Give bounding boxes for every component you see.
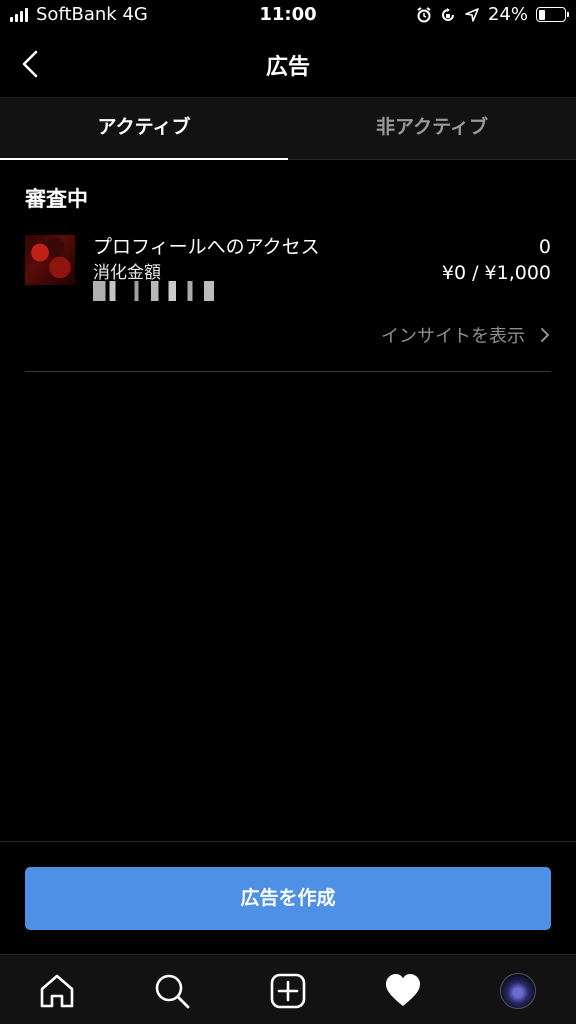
ad-budget: ¥0 / ¥1,000 — [441, 262, 551, 284]
ads-tabs: アクティブ 非アクティブ — [0, 98, 576, 160]
profile-tab[interactable] — [498, 971, 538, 1011]
tab-inactive[interactable]: 非アクティブ — [288, 98, 576, 159]
status-bar: SoftBank 4G 11:00 24% — [0, 0, 576, 32]
navigation-bar: 広告 — [0, 32, 576, 98]
ad-thumbnail — [25, 235, 75, 285]
add-post-icon — [270, 973, 306, 1009]
redacted-text — [93, 281, 219, 301]
location-icon — [465, 7, 479, 22]
create-ad-button[interactable]: 広告を作成 — [25, 867, 551, 930]
heart-icon — [386, 974, 420, 1006]
divider — [25, 371, 551, 372]
ad-spend-label: 消化金額 — [93, 263, 161, 283]
home-tab[interactable] — [37, 971, 77, 1011]
alarm-icon — [417, 6, 431, 22]
profile-avatar — [500, 973, 536, 1009]
bottom-separator — [0, 841, 576, 842]
status-right: 24% — [416, 4, 569, 25]
view-insights-link[interactable]: インサイトを表示 — [381, 322, 551, 348]
ad-item[interactable]: プロフィールへのアクセス 消化金額 0 ¥0 / ¥1,000 — [25, 232, 551, 304]
search-tab[interactable] — [152, 971, 192, 1011]
battery-percent: 24% — [487, 4, 528, 25]
chevron-right-icon — [541, 328, 549, 342]
search-icon — [155, 974, 190, 1009]
new-post-tab[interactable] — [268, 971, 308, 1011]
rotation-lock-icon — [442, 7, 454, 21]
home-icon — [40, 974, 74, 1008]
ad-objective: プロフィールへのアクセス — [93, 236, 320, 258]
ad-result-count: 0 — [538, 236, 551, 258]
activity-tab[interactable] — [383, 971, 423, 1011]
tab-active[interactable]: アクティブ — [0, 98, 288, 160]
bottom-tab-bar — [0, 954, 576, 1024]
page-title: 広告 — [265, 55, 310, 80]
view-insights-label: インサイトを表示 — [381, 326, 525, 347]
section-title: 審査中 — [25, 187, 88, 211]
battery-icon — [536, 7, 569, 22]
